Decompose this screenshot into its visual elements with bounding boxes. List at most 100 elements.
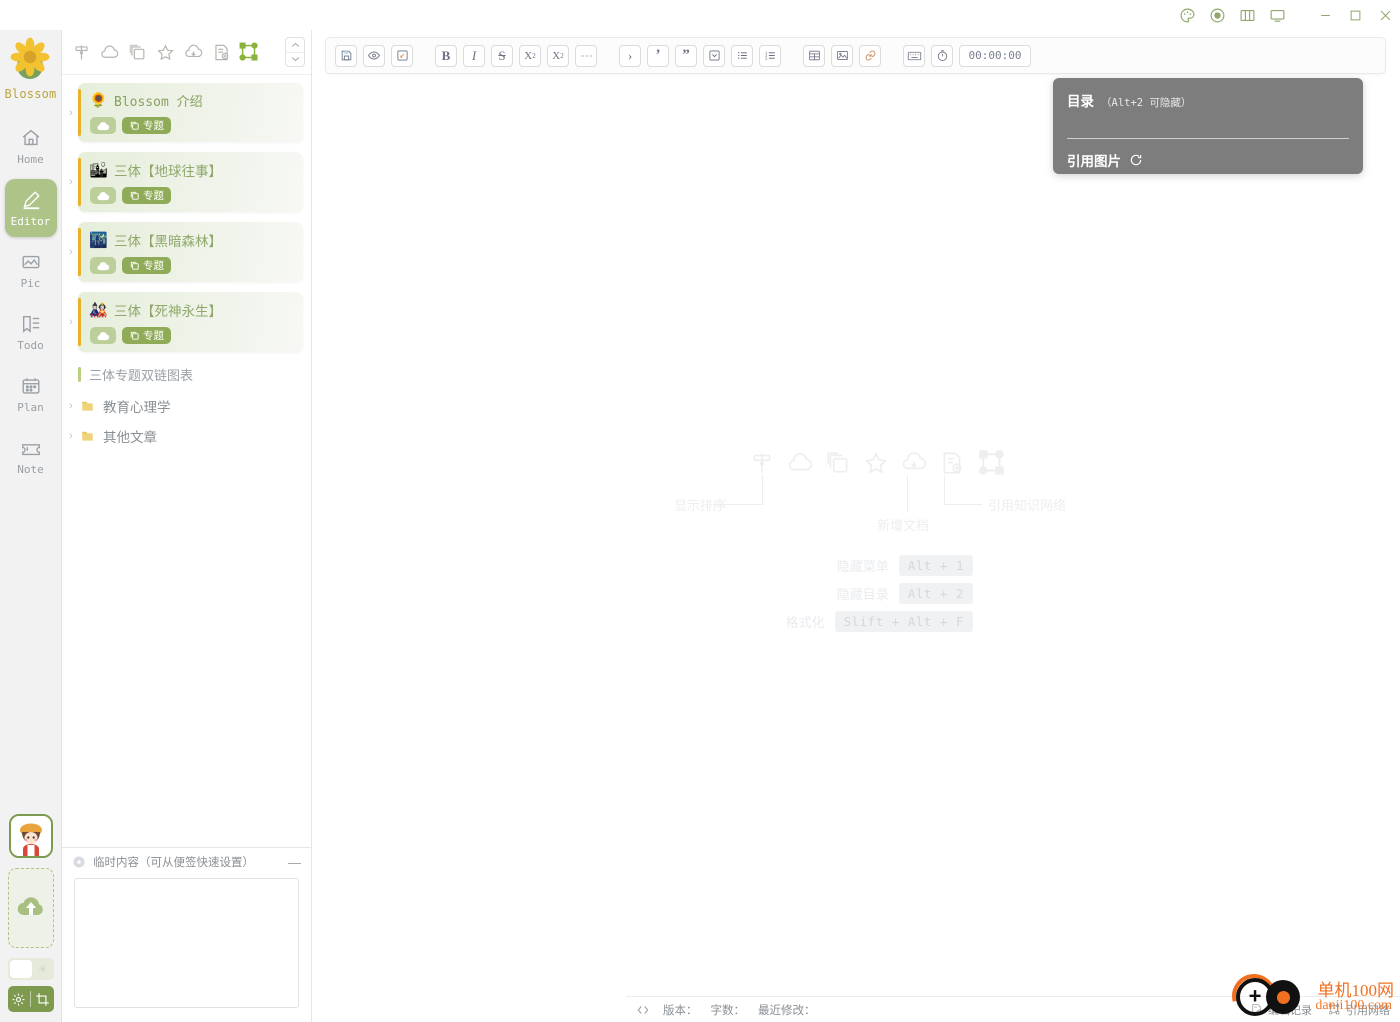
star-icon[interactable] [152, 38, 178, 66]
maximize-button[interactable] [1340, 0, 1370, 30]
outline-panel-reference-row[interactable]: 引用图片 [1067, 150, 1349, 170]
minimize-button[interactable] [1310, 0, 1340, 30]
close-button[interactable] [1370, 0, 1400, 30]
columns-icon[interactable] [1232, 0, 1262, 30]
blockquote-button[interactable]: ” [675, 44, 697, 67]
theme-toggle[interactable]: ☀ [7, 958, 54, 980]
temp-content-title: 临时内容（可从便签快速设置） [93, 857, 254, 869]
superscript-button[interactable]: X2 [519, 44, 541, 67]
avatar[interactable] [8, 814, 53, 858]
image-button[interactable] [831, 44, 853, 67]
shortcut-keys: Alt + 2 [898, 583, 973, 604]
cloud-icon[interactable] [96, 38, 122, 66]
document-item[interactable]: › 🏙 三体【地球往事】 专题 [62, 152, 311, 212]
topic-badge[interactable]: 专题 [122, 257, 171, 274]
subscript-button[interactable]: X2 [547, 44, 569, 67]
expand-caret-icon[interactable]: › [64, 176, 78, 188]
screen-icon[interactable] [1262, 0, 1292, 30]
save-button[interactable] [335, 44, 357, 67]
code-icon[interactable] [636, 1003, 650, 1017]
crop-button[interactable] [31, 992, 54, 1007]
cloud-icon [787, 450, 813, 481]
theme-toggle-knob [9, 960, 32, 978]
timer-display[interactable]: 00:00:00 [959, 44, 1031, 67]
record-icon[interactable] [1202, 0, 1232, 30]
sidebar-item-todo[interactable]: Todo [5, 303, 57, 361]
outline-panel[interactable]: 目录 （Alt+2 可隐藏） 引用图片 [1053, 78, 1363, 174]
settings-button[interactable] [8, 992, 31, 1007]
topic-badge[interactable]: 专题 [122, 187, 171, 204]
ordered-list-button[interactable]: 1 2 3 [759, 44, 781, 67]
expand-caret-icon[interactable]: › [64, 246, 78, 258]
link-button[interactable] [859, 44, 881, 67]
document-item[interactable]: › 🌃 三体【黑暗森林】 专题 [62, 222, 311, 282]
expand-caret-icon[interactable]: › [64, 400, 78, 412]
star-icon [863, 450, 889, 481]
shortcut-row: 格式化 Slift + Alt + F [786, 611, 973, 632]
cloud-badge-icon[interactable] [90, 187, 116, 204]
topic-badge[interactable]: 专题 [122, 327, 171, 344]
cloud-download-icon[interactable] [180, 38, 206, 66]
indent-button[interactable]: › [619, 44, 641, 67]
outline-panel-title: 目录 [1067, 94, 1094, 109]
cloud-download-icon [901, 450, 927, 481]
upload-dropzone[interactable] [7, 868, 54, 948]
bottom-button-group [7, 986, 54, 1012]
empty-state-hints: 显示排序 新增文档 引用知识网络 隐藏菜单 Alt + 1 隐藏目录 Alt +… [313, 30, 1400, 1022]
reference-network-button[interactable]: 引用网络 [1328, 1002, 1390, 1018]
folder-item-education[interactable]: › 教育心理学 [62, 391, 311, 421]
document-title-row: 🌃 三体【黑暗森林】 [89, 230, 293, 250]
shortcut-row: 隐藏菜单 Alt + 1 [837, 555, 973, 576]
cloud-badge-icon[interactable] [90, 257, 116, 274]
new-document-icon[interactable] [208, 38, 234, 66]
document-card[interactable]: 🌻 Blossom 介绍 专题 [78, 83, 303, 142]
refresh-icon[interactable] [1129, 153, 1143, 167]
keyboard-button[interactable] [903, 44, 925, 67]
document-card[interactable]: 🎎 三体【死神永生】 专题 [78, 292, 303, 352]
preview-button[interactable] [363, 44, 385, 67]
document-item[interactable]: › 🌻 Blossom 介绍 专题 [62, 83, 311, 142]
palette-icon[interactable] [1172, 0, 1202, 30]
expand-caret-icon[interactable]: › [64, 316, 78, 328]
app-logo[interactable]: Blossom [5, 36, 57, 101]
cloud-badge-icon[interactable] [90, 117, 116, 134]
cloud-badge-icon[interactable] [90, 327, 116, 344]
expand-caret-icon[interactable]: › [64, 430, 78, 442]
sidebar-item-pic[interactable]: Pic [5, 241, 57, 299]
linked-chart-item[interactable]: 三体专题双链图表 [62, 362, 311, 387]
edit-history-button[interactable]: 编辑记录 [1250, 1002, 1312, 1018]
document-card[interactable]: 🏙 三体【地球往事】 专题 [78, 152, 303, 212]
knowledge-network-icon[interactable] [236, 38, 262, 66]
navigation-rail: Blossom Home Editor Pic Todo Plan Note ☀ [0, 30, 62, 1022]
document-emoji-icon: 🌃 [89, 231, 108, 249]
horizontal-rule-button[interactable] [575, 44, 597, 67]
hint-label-sort: 显示排序 [674, 498, 727, 513]
stepper-up-button[interactable] [286, 38, 304, 52]
expand-caret-icon[interactable]: › [64, 107, 78, 119]
sort-display-icon[interactable] [68, 38, 94, 66]
unordered-list-button[interactable] [731, 44, 753, 67]
bold-button[interactable]: B [435, 44, 457, 67]
sidebar-item-plan[interactable]: Plan [5, 365, 57, 423]
history-icon [1252, 1004, 1262, 1015]
single-quote-button[interactable]: ’ [647, 44, 669, 67]
folder-item-other[interactable]: › 其他文章 [62, 421, 311, 451]
copy-stack-icon[interactable] [124, 38, 150, 66]
sort-display-icon [749, 450, 775, 481]
collapse-block-button[interactable] [703, 44, 725, 67]
hint-connector [713, 504, 763, 505]
document-card[interactable]: 🌃 三体【黑暗森林】 专题 [78, 222, 303, 282]
sidebar-item-note[interactable]: Note [5, 427, 57, 485]
topic-badge[interactable]: 专题 [122, 117, 171, 134]
strikethrough-button[interactable]: S [491, 44, 513, 67]
italic-button[interactable]: I [463, 44, 485, 67]
stepper-down-button[interactable] [286, 51, 304, 67]
table-button[interactable] [803, 44, 825, 67]
pomodoro-button[interactable] [931, 44, 953, 67]
fullscreen-button[interactable] [391, 44, 413, 67]
document-item[interactable]: › 🎎 三体【死神永生】 专题 [62, 292, 311, 352]
sidebar-item-home[interactable]: Home [5, 117, 57, 175]
temp-content-textarea[interactable] [74, 878, 299, 1008]
temp-content-minimize-button[interactable]: — [288, 855, 301, 870]
sidebar-item-editor[interactable]: Editor [4, 179, 57, 237]
